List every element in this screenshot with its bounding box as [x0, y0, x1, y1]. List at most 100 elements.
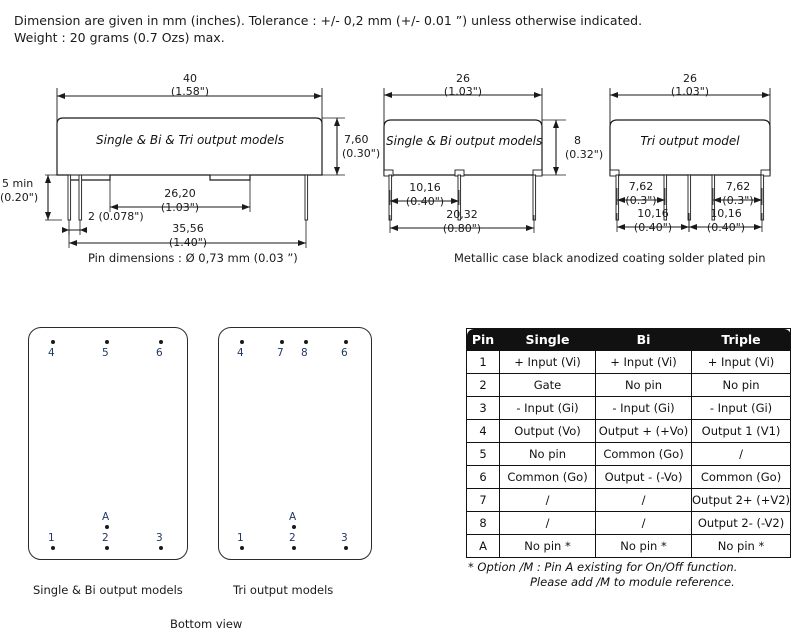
d1-width-mm: 40	[183, 72, 197, 85]
table-row: 3- Input (Gi) - Input (Gi) - Input (Gi)	[466, 396, 792, 420]
pin-label-2: 2	[289, 532, 296, 544]
pin-dot-3	[344, 546, 348, 550]
pin-label-2: 2	[102, 532, 109, 544]
d2-width-in: (1.03")	[443, 85, 483, 98]
pin-label-5: 5	[102, 347, 109, 359]
cell-pin-number: 5	[466, 442, 500, 466]
table-row: 5 No pin Common (Go) /	[466, 442, 792, 466]
d2-width-mm: 26	[456, 72, 470, 85]
pin-dot-8	[304, 340, 308, 344]
pin-dot-a	[292, 525, 296, 529]
pin-dot-3	[159, 546, 163, 550]
cell-pin-number: 7	[466, 488, 500, 512]
pin-dot-7	[280, 340, 284, 344]
d3-width-in: (1.03")	[670, 85, 710, 98]
d2-span-mm: 20,32	[446, 208, 478, 221]
d1-inner-in: (1.03")	[160, 201, 200, 214]
cell-pin-function: No pin	[690, 373, 792, 397]
drawing3-svg	[609, 88, 771, 232]
cell-pin-number: 8	[466, 511, 500, 535]
drawing2-svg	[383, 88, 566, 233]
d3-spanR-in: (0.40")	[706, 221, 746, 234]
bottom-view-single-bi: 4 5 6 A 1 2 3	[28, 327, 188, 560]
cell-pin-number: 1	[466, 350, 500, 374]
cell-pin-number: 2	[466, 373, 500, 397]
d3-spanL-mm: 10,16	[637, 207, 669, 220]
cell-pin-function: Gate	[499, 373, 596, 397]
d3-pitchR-mm: 7,62	[725, 180, 751, 193]
d2-pitch1-in: (0.40")	[405, 195, 445, 208]
pin-dimensions-caption: Pin dimensions : Ø 0,73 mm (0.03 ”)	[88, 251, 298, 265]
d3-width-mm: 26	[683, 72, 697, 85]
cell-pin-function: No pin	[499, 442, 596, 466]
d1-height-mm: 7,60	[344, 133, 369, 146]
d3-spanL-in: (0.40")	[633, 221, 673, 234]
d2-span-in: (0.80")	[442, 222, 482, 235]
cell-pin-function: No pin *	[690, 534, 792, 558]
bottom-view-caption: Bottom view	[170, 617, 243, 631]
d3-body-label: Tri output model	[640, 134, 740, 148]
cell-pin-function: Common (Go)	[595, 442, 692, 466]
cell-pin-function: No pin	[595, 373, 692, 397]
table-row: A No pin * No pin * No pin *	[466, 534, 792, 558]
table-header-row: Pin Single Bi Triple	[466, 328, 792, 351]
cell-pin-function: /	[499, 488, 596, 512]
pin-label-a: A	[289, 511, 297, 523]
d1-inner-mm: 26,20	[164, 187, 196, 200]
d1-pinlen-mm: 5 min	[2, 177, 34, 190]
table-row: 1 + Input (Vi) + Input (Vi) + Input (Vi)	[466, 350, 792, 374]
d3-pitchL-in: (0.3")	[625, 194, 657, 207]
d3-pitchR-in: (0.3")	[722, 194, 754, 207]
cell-pin-function: + Input (Vi)	[499, 350, 596, 374]
d1-outer-mm: 35,56	[172, 222, 204, 235]
bottom-view-right-caption: Tri output models	[233, 583, 334, 597]
cell-pin-function: /	[690, 442, 792, 466]
th-triple: Triple	[690, 328, 792, 351]
drawing-side-view-40mm: 40 (1.58") Single & Bi & Tri output mode…	[0, 70, 380, 265]
pin-dot-4	[51, 340, 55, 344]
pin-dot-6	[344, 340, 348, 344]
pin-dot-a	[105, 525, 109, 529]
bottom-view-left-caption: Single & Bi output models	[33, 583, 183, 597]
pin-label-4: 4	[48, 347, 55, 359]
table-row: 2 Gate No pin No pin	[466, 373, 792, 397]
table-row: 8// Output 2- (-V2)	[466, 511, 792, 535]
weight-note-line2: Weight : 20 grams (0.7 Ozs) max.	[14, 30, 225, 45]
cell-pin-function: - Input (Gi)	[499, 396, 596, 420]
pin-label-3: 3	[341, 532, 348, 544]
d1-outer-in: (1.40")	[168, 236, 208, 249]
pin-label-a: A	[102, 511, 110, 523]
pin-dot-1	[240, 546, 244, 550]
th-pin: Pin	[466, 328, 500, 351]
footnote-line1: * Option /M : Pin A existing for On/Off …	[468, 560, 738, 574]
tolerance-note-line1: Dimension are given in mm (inches). Tole…	[14, 13, 643, 28]
th-bi: Bi	[595, 328, 692, 351]
pin-assignment-table: Pin Single Bi Triple 1 + Input (Vi) + Inpu…	[466, 328, 792, 558]
d3-pitchL-mm: 7,62	[628, 180, 654, 193]
cell-pin-number: A	[466, 534, 500, 558]
table-row: 6 Common (Go) Output - (-Vo) Common (Go)	[466, 465, 792, 489]
cell-pin-function: Output - (-Vo)	[595, 465, 692, 489]
cell-pin-function: Output 1 (V1)	[690, 419, 792, 443]
d1-pin-pitch: 2 (0.078")	[88, 210, 144, 223]
pin-label-1: 1	[237, 532, 244, 544]
d2-pitch1-mm: 10,16	[409, 181, 441, 194]
d3-spanR-mm: 10,16	[710, 207, 742, 220]
pin-dot-2	[105, 546, 109, 550]
cell-pin-function: Output 2+ (+V2)	[690, 488, 792, 512]
cell-pin-number: 3	[466, 396, 500, 420]
pin-dot-2	[292, 546, 296, 550]
pin-label-3: 3	[156, 532, 163, 544]
cell-pin-function: Output (Vo)	[499, 419, 596, 443]
cell-pin-function: + Input (Vi)	[595, 350, 692, 374]
d2-body-label: Single & Bi output models	[386, 134, 543, 148]
d1-width-in: (1.58")	[170, 85, 210, 98]
cell-pin-function: /	[595, 488, 692, 512]
cell-pin-function: Output 2- (-V2)	[690, 511, 792, 535]
drawing-side-view-tri: 26 (1.03") Tri output model 7,62 (0.3") …	[590, 70, 792, 265]
cell-pin-function: Common (Go)	[690, 465, 792, 489]
cell-pin-function: Output + (+Vo)	[595, 419, 692, 443]
pin-label-8: 8	[301, 347, 308, 359]
cell-pin-function: No pin *	[499, 534, 596, 558]
cell-pin-function: /	[595, 511, 692, 535]
